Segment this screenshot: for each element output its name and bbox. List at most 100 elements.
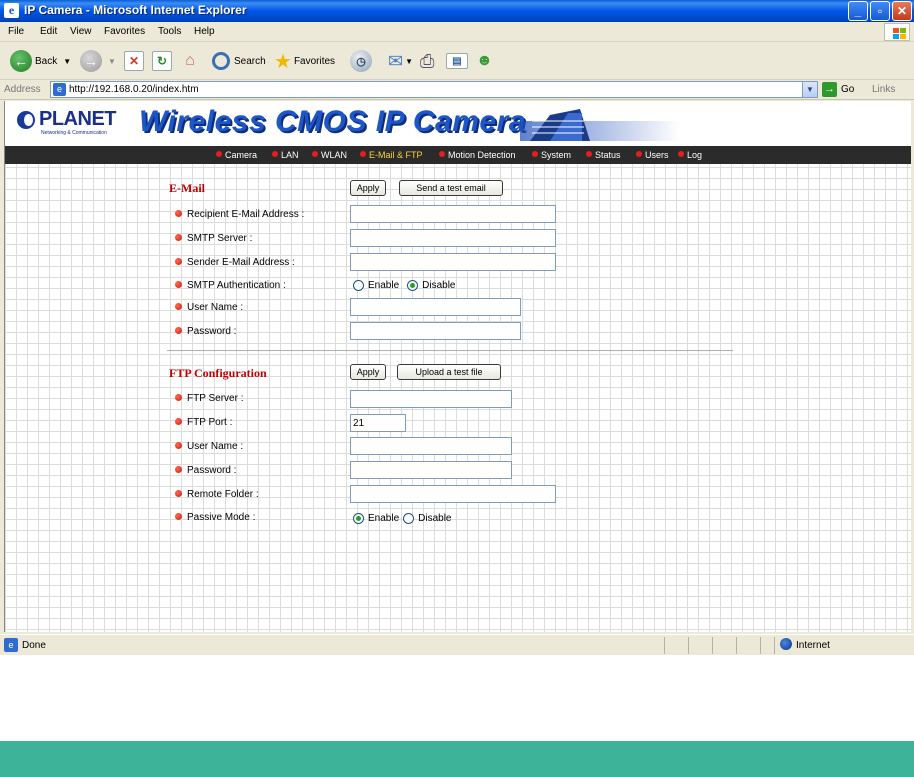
maximize-button[interactable]: ▫	[870, 1, 890, 21]
address-label: Address	[4, 84, 41, 95]
address-input[interactable]: e http://192.168.0.20/index.htm ▼	[50, 81, 818, 98]
back-button[interactable]: ← Back ▼	[10, 49, 71, 73]
recipient-email-input[interactable]	[350, 205, 556, 223]
address-bar: Address e http://192.168.0.20/index.htm …	[0, 80, 914, 100]
nav-log-label: Log	[687, 150, 703, 160]
nav-camera-label: Camera	[225, 150, 258, 160]
bullet-icon	[175, 258, 182, 265]
send-test-email-button[interactable]: Send a test email	[399, 180, 503, 196]
menu-edit[interactable]: Edit	[40, 26, 57, 37]
smtp-auth-disable-radio[interactable]	[407, 280, 419, 291]
ftp-port-label-text: FTP Port :	[187, 417, 233, 428]
status-pane	[712, 637, 713, 654]
nav-log[interactable]: Log	[678, 150, 702, 160]
nav-camera[interactable]: Camera	[216, 150, 257, 160]
search-button[interactable]: Search	[212, 49, 266, 73]
smtp-auth-radio-group: Enable Disable	[353, 280, 456, 291]
refresh-icon: ↻	[152, 51, 172, 71]
toolbar: ← Back ▼ → ▼ ✕ ↻ ⌂ Search ★ Favorites ◷ …	[0, 42, 914, 80]
mail-icon: ✉	[388, 50, 404, 71]
ftp-password-input[interactable]	[350, 461, 512, 479]
smtp-auth-enable-radio[interactable]	[353, 280, 364, 291]
menu-view[interactable]: View	[70, 26, 92, 37]
nav-bullet-icon	[532, 151, 538, 157]
sender-label: Sender E-Mail Address :	[175, 257, 295, 268]
menu-help[interactable]: Help	[194, 26, 215, 37]
bullet-icon	[175, 234, 182, 241]
ftp-section-title: FTP Configuration	[169, 366, 267, 380]
bullet-icon	[175, 327, 182, 334]
ftp-server-input[interactable]	[350, 390, 512, 408]
passive-enable-label: Enable	[368, 513, 400, 524]
home-icon: ⌂	[185, 52, 195, 69]
nav-bullet-icon	[216, 151, 222, 157]
chevron-down-icon: ▼	[63, 56, 72, 66]
bullet-icon	[175, 281, 182, 288]
minimize-button[interactable]: _	[848, 1, 868, 21]
mail-button[interactable]: ✉ ▼	[388, 49, 413, 73]
history-button[interactable]: ◷	[350, 49, 372, 73]
upload-test-file-button[interactable]: Upload a test file	[397, 364, 501, 380]
smtp-auth-enable-label: Enable	[368, 280, 400, 291]
bullet-icon	[175, 394, 182, 401]
messenger-button[interactable]: ☻	[476, 49, 493, 73]
status-bar: e Done Internet	[0, 634, 914, 655]
recipient-label: Recipient E-Mail Address :	[175, 209, 304, 220]
history-icon: ◷	[350, 50, 372, 72]
ftp-password-label: Password :	[175, 465, 236, 476]
nav-motion-detection[interactable]: Motion Detection	[439, 150, 516, 160]
nav-wlan[interactable]: WLAN	[312, 150, 347, 160]
menu-favorites[interactable]: Favorites	[104, 26, 145, 37]
nav-users[interactable]: Users	[636, 150, 669, 160]
search-label: Search	[234, 55, 266, 67]
ftp-username-input[interactable]	[350, 437, 512, 455]
camera-nav-bar: Camera LAN WLAN E-Mail & FTP Motion Dete…	[5, 146, 911, 164]
nav-email-ftp[interactable]: E-Mail & FTP	[360, 150, 423, 160]
ftp-username-label-text: User Name :	[187, 441, 244, 452]
favorites-label: Favorites	[293, 55, 336, 67]
remote-folder-label-text: Remote Folder :	[187, 489, 259, 500]
ftp-port-input[interactable]	[350, 414, 406, 432]
passive-disable-label: Disable	[418, 513, 452, 524]
nav-lan[interactable]: LAN	[272, 150, 299, 160]
address-dropdown-icon[interactable]: ▼	[802, 82, 817, 97]
recipient-label-text: Recipient E-Mail Address :	[187, 209, 305, 220]
passive-disable-radio[interactable]	[403, 513, 415, 524]
refresh-button[interactable]: ↻	[152, 49, 172, 73]
search-icon	[212, 52, 230, 70]
chevron-down-icon: ▼	[108, 56, 116, 66]
bullet-icon	[175, 442, 182, 449]
nav-bullet-icon	[272, 151, 278, 157]
sender-email-input[interactable]	[350, 253, 556, 271]
print-button[interactable]: ⎙	[420, 49, 434, 73]
remote-folder-label: Remote Folder :	[175, 489, 259, 500]
nav-lan-label: LAN	[281, 150, 299, 160]
nav-system[interactable]: System	[532, 150, 571, 160]
favorites-button[interactable]: ★ Favorites	[274, 49, 335, 73]
zone-text: Internet	[796, 640, 830, 651]
go-button[interactable]: → Go	[822, 82, 854, 97]
edit-button[interactable]: ▤	[446, 49, 468, 73]
email-password-label: Password :	[175, 326, 236, 337]
stop-button[interactable]: ✕	[124, 49, 144, 73]
email-username-input[interactable]	[350, 298, 521, 316]
remote-folder-input[interactable]	[350, 485, 556, 503]
menu-bar: File Edit View Favorites Tools Help	[0, 22, 914, 42]
menu-tools[interactable]: Tools	[158, 26, 181, 37]
windows-logo-icon	[884, 23, 910, 41]
ftp-apply-button[interactable]: Apply	[350, 364, 386, 380]
smtp-server-input[interactable]	[350, 229, 556, 247]
passive-enable-radio[interactable]	[353, 513, 364, 524]
email-apply-button[interactable]: Apply	[350, 180, 386, 196]
email-password-input[interactable]	[350, 322, 521, 340]
section-divider	[167, 350, 733, 351]
nav-status[interactable]: Status	[586, 150, 621, 160]
links-button[interactable]: Links	[872, 84, 895, 95]
close-button[interactable]: ✕	[892, 1, 912, 21]
page-icon: e	[53, 83, 66, 96]
browser-window: e IP Camera - Microsoft Internet Explore…	[0, 0, 914, 655]
nav-wlan-label: WLAN	[321, 150, 348, 160]
home-button[interactable]: ⌂	[180, 49, 200, 73]
menu-file[interactable]: File	[8, 26, 24, 37]
forward-button[interactable]: → ▼	[80, 49, 116, 73]
